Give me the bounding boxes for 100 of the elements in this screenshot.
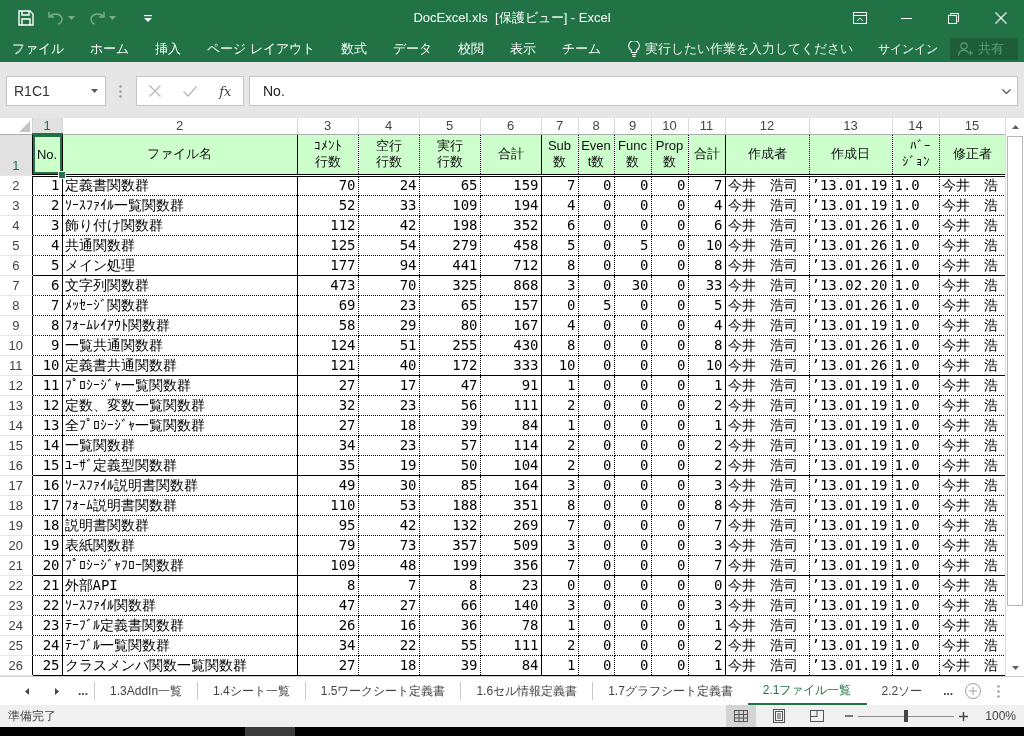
table-cell: 定数、変数一覧関数群: [62, 395, 297, 415]
table-cell: 84: [480, 415, 541, 435]
table-cell: ’13.01.26: [809, 295, 892, 315]
row-header[interactable]: 13: [0, 395, 32, 415]
column-header[interactable]: 4: [358, 118, 419, 134]
expand-icon: [1002, 88, 1011, 94]
ribbon-tab[interactable]: ファイル: [0, 36, 77, 62]
row-header[interactable]: 7: [0, 275, 32, 295]
column-header[interactable]: 11: [688, 118, 725, 134]
column-header[interactable]: 6: [480, 118, 541, 134]
table-cell: ’13.01.19: [809, 415, 892, 435]
sheet-tab[interactable]: 1.5ワークシート定義書: [305, 677, 461, 705]
table-cell: ﾕｰｻﾞ定義型関数群: [62, 455, 297, 475]
row-header[interactable]: 19: [0, 515, 32, 535]
sheet-tab[interactable]: 2.2ソー: [866, 677, 938, 705]
column-header[interactable]: 1: [32, 118, 62, 134]
drag-handle-icon[interactable]: [997, 684, 1001, 698]
row-header[interactable]: 25: [0, 635, 32, 655]
column-header[interactable]: 7: [541, 118, 578, 134]
row-header[interactable]: 24: [0, 615, 32, 635]
row-header[interactable]: 26: [0, 655, 32, 675]
sign-in-link[interactable]: サインイン: [874, 38, 942, 60]
ribbon-tab[interactable]: ページ レイアウト: [194, 36, 328, 62]
column-header[interactable]: 5: [419, 118, 480, 134]
column-header[interactable]: 14: [892, 118, 939, 134]
table-cell: 1.0: [892, 535, 939, 555]
sheet-tab[interactable]: 1.3AddIn一覧: [95, 677, 198, 705]
table-cell: 78: [480, 615, 541, 635]
table-cell: 0: [578, 575, 614, 595]
normal-view-button[interactable]: [726, 705, 757, 727]
table-cell: 1: [688, 415, 725, 435]
table-cell: 279: [419, 235, 480, 255]
row-header[interactable]: 15: [0, 435, 32, 455]
table-cell: 今井 浩司: [725, 455, 809, 475]
ribbon-tab[interactable]: 表示: [496, 36, 549, 62]
row-header[interactable]: 2: [0, 175, 32, 195]
zoom-slider-thumb[interactable]: [904, 710, 909, 722]
table-cell: 27: [358, 595, 419, 615]
ribbon-tab[interactable]: 挿入: [142, 36, 194, 62]
tell-me-field[interactable]: 実行したい作業を入力してください: [625, 38, 855, 60]
row-header[interactable]: 1: [0, 134, 32, 175]
zoom-level[interactable]: 100%: [973, 709, 1024, 723]
ribbon-tab[interactable]: 校閲: [444, 36, 497, 62]
row-header[interactable]: 21: [0, 555, 32, 575]
more-tabs-button[interactable]: ...: [72, 677, 94, 705]
row-header[interactable]: 8: [0, 295, 32, 315]
name-box[interactable]: R1C1: [6, 76, 106, 106]
ribbon-tab[interactable]: データ: [379, 36, 445, 62]
drag-handle-icon[interactable]: [119, 85, 122, 98]
ribbon-tab[interactable]: 数式: [327, 36, 380, 62]
fill-handle[interactable]: [58, 171, 66, 179]
sheet-tab[interactable]: 1.4シート一覧: [198, 677, 305, 705]
table-cell: 509: [480, 535, 541, 555]
sheet-tab[interactable]: 1.6セル情報定義書: [461, 677, 593, 705]
column-header[interactable]: 2: [62, 118, 297, 134]
row-header[interactable]: 20: [0, 535, 32, 555]
table-cell: ﾌｫｰﾑﾚｲｱｳﾄ関数群: [62, 315, 297, 335]
insert-function-button[interactable]: fx: [210, 79, 241, 103]
table-cell: ’13.01.19: [809, 535, 892, 555]
ribbon-tab[interactable]: ホーム: [77, 36, 142, 62]
table-cell: 84: [480, 655, 541, 675]
row-header[interactable]: 14: [0, 415, 32, 435]
table-cell: 0: [651, 475, 688, 495]
column-header[interactable]: 12: [725, 118, 809, 134]
row-header[interactable]: 5: [0, 235, 32, 255]
column-header[interactable]: 15: [939, 118, 1005, 134]
row-header[interactable]: 16: [0, 455, 32, 475]
scroll-thumb[interactable]: [1007, 136, 1023, 606]
table-cell: 今井 浩司: [725, 575, 809, 595]
row-header[interactable]: 4: [0, 215, 32, 235]
table-cell: 255: [419, 335, 480, 355]
table-cell: 65: [419, 175, 480, 195]
table-cell: 0: [614, 575, 651, 595]
column-header[interactable]: 3: [297, 118, 358, 134]
ribbon-tab[interactable]: チーム: [548, 36, 614, 62]
header-cell: 空行行数: [358, 134, 419, 175]
column-header[interactable]: 8: [578, 118, 614, 134]
table-cell: 定義書共通関数群: [62, 355, 297, 375]
table-cell: 今井 浩司: [725, 195, 809, 215]
sheet-tab[interactable]: 1.7グラフシート定義書: [593, 677, 748, 705]
row-header[interactable]: 12: [0, 375, 32, 395]
table-cell: 3: [541, 475, 578, 495]
row-header[interactable]: 18: [0, 495, 32, 515]
row-header[interactable]: 10: [0, 335, 32, 355]
row-header[interactable]: 9: [0, 315, 32, 335]
row-header[interactable]: 23: [0, 595, 32, 615]
table-cell: 0: [614, 475, 651, 495]
more-tabs-button[interactable]: ...: [937, 677, 960, 705]
row-header[interactable]: 3: [0, 195, 32, 215]
column-header[interactable]: 10: [651, 118, 688, 134]
row-header[interactable]: 11: [0, 355, 32, 375]
table-cell: 124: [297, 335, 358, 355]
row-header[interactable]: 17: [0, 475, 32, 495]
row-header[interactable]: 22: [0, 575, 32, 595]
formula-input[interactable]: No.: [249, 76, 1018, 106]
row-header[interactable]: 6: [0, 255, 32, 275]
table-cell: 194: [480, 195, 541, 215]
column-header[interactable]: 9: [614, 118, 651, 134]
column-header[interactable]: 13: [809, 118, 892, 134]
table-cell: 表紙関数群: [62, 535, 297, 555]
